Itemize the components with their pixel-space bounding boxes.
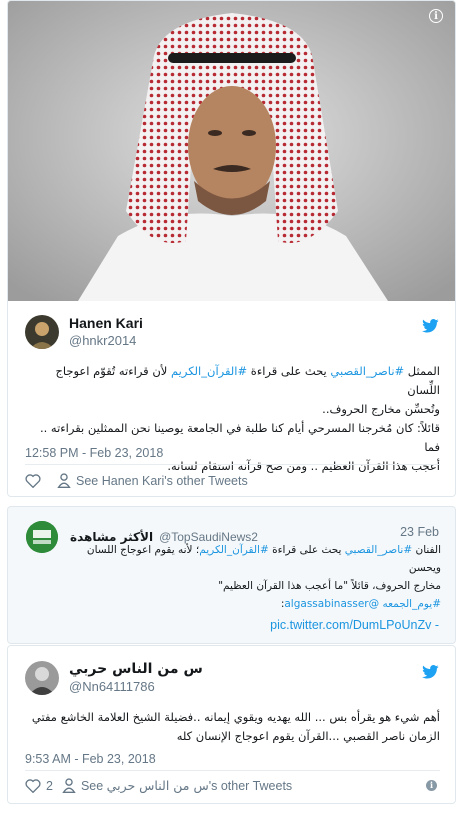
see-suffix: 's other Tweets: [208, 779, 293, 793]
avatar[interactable]: [25, 660, 59, 695]
info-icon[interactable]: i: [429, 9, 443, 23]
divider: [25, 770, 440, 771]
heart-icon[interactable]: [25, 778, 41, 793]
display-name[interactable]: Hanen Kari: [69, 314, 143, 332]
person-icon: [62, 778, 76, 793]
text-segment: الفنان: [412, 544, 441, 556]
text-segment: يحث على قراءة: [268, 544, 345, 556]
twitter-bird-icon[interactable]: [422, 319, 439, 333]
pic-link-url[interactable]: pic.twitter.com/DumLPoUnZv: [270, 618, 431, 632]
tweet-author[interactable]: Hanen Kari @hnkr2014: [25, 314, 143, 349]
text-line: أهم شيء هو يقرأه بس ... الله يهديه ويقوي…: [31, 710, 440, 724]
text-segment: يحث على قراءة: [247, 364, 331, 378]
see-other-tweets-link[interactable]: See Hanen Kari's other Tweets: [76, 474, 248, 488]
tweet-actions: 2 See س من الناس حربي's other Tweets: [25, 778, 292, 793]
see-other-tweets-link[interactable]: See س من الناس حربي's other Tweets: [81, 778, 292, 793]
person-icon: [57, 473, 71, 488]
pic-link-dash: -: [434, 618, 439, 632]
tweet-timestamp[interactable]: 12:58 PM - Feb 23, 2018: [25, 446, 163, 460]
see-prefix: See: [80, 779, 107, 793]
tweet-card-2: س من الناس حربي @Nn64111786 أهم شيء هو ي…: [7, 645, 456, 804]
pic-link[interactable]: pic.twitter.com/DumLPoUnZv -: [270, 618, 439, 632]
avatar[interactable]: [25, 314, 59, 349]
user-handle[interactable]: @hnkr2014: [69, 332, 143, 349]
tweet-photo[interactable]: i: [8, 1, 455, 301]
display-name[interactable]: س من الناس حربي: [69, 660, 203, 678]
tweet-author[interactable]: س من الناس حربي @Nn64111786: [25, 660, 203, 695]
user-handle[interactable]: @Nn64111786: [69, 678, 203, 695]
hashtag-link[interactable]: #ناصر_القصبي: [345, 544, 412, 556]
quote-avatar[interactable]: [26, 521, 58, 553]
tweet-actions: See Hanen Kari's other Tweets: [25, 473, 248, 488]
like-count: 2: [46, 778, 53, 793]
mention-link[interactable]: @algassabinasser: [284, 598, 379, 610]
quote-date[interactable]: 23 Feb: [400, 525, 439, 539]
quoted-tweet-card[interactable]: الأكثر مشاهدة @TopSaudiNews2 23 Feb الفن…: [7, 506, 456, 644]
text-segment: الممثل: [404, 364, 440, 378]
hashtag-link[interactable]: #يوم_الجمعه: [382, 598, 441, 610]
portrait-image: [8, 1, 455, 301]
text-line: مخارج الحروف، قائلاً "ما أعجب هذا القرآن…: [218, 580, 441, 592]
twitter-bird-icon[interactable]: [422, 665, 439, 679]
text-line: وتُحسِّن مخارج الحروف..: [322, 402, 440, 416]
info-icon[interactable]: i: [426, 780, 437, 791]
see-name: س من الناس حربي: [106, 778, 209, 793]
tweet-text: أهم شيء هو يقرأه بس ... الله يهديه ويقوي…: [25, 708, 440, 746]
hashtag-link[interactable]: #القرآن_الكريم: [199, 544, 269, 556]
divider: [25, 464, 440, 465]
heart-icon[interactable]: [25, 473, 41, 488]
tweet-card-1: i Hanen Kari @hnkr2014 الممثل #ناصر_القص…: [7, 0, 456, 497]
hashtag-link[interactable]: #ناصر_القصبي: [330, 364, 404, 378]
hashtag-link[interactable]: #القرآن_الكريم: [171, 364, 247, 378]
quote-text: الفنان #ناصر_القصبي يحث على قراءة #القرآ…: [76, 541, 441, 613]
tweet-timestamp[interactable]: 9:53 AM - Feb 23, 2018: [25, 752, 156, 766]
text-line: الزمان ناصر القصبي ...القرآن يقوم اعوجاج…: [176, 729, 440, 743]
